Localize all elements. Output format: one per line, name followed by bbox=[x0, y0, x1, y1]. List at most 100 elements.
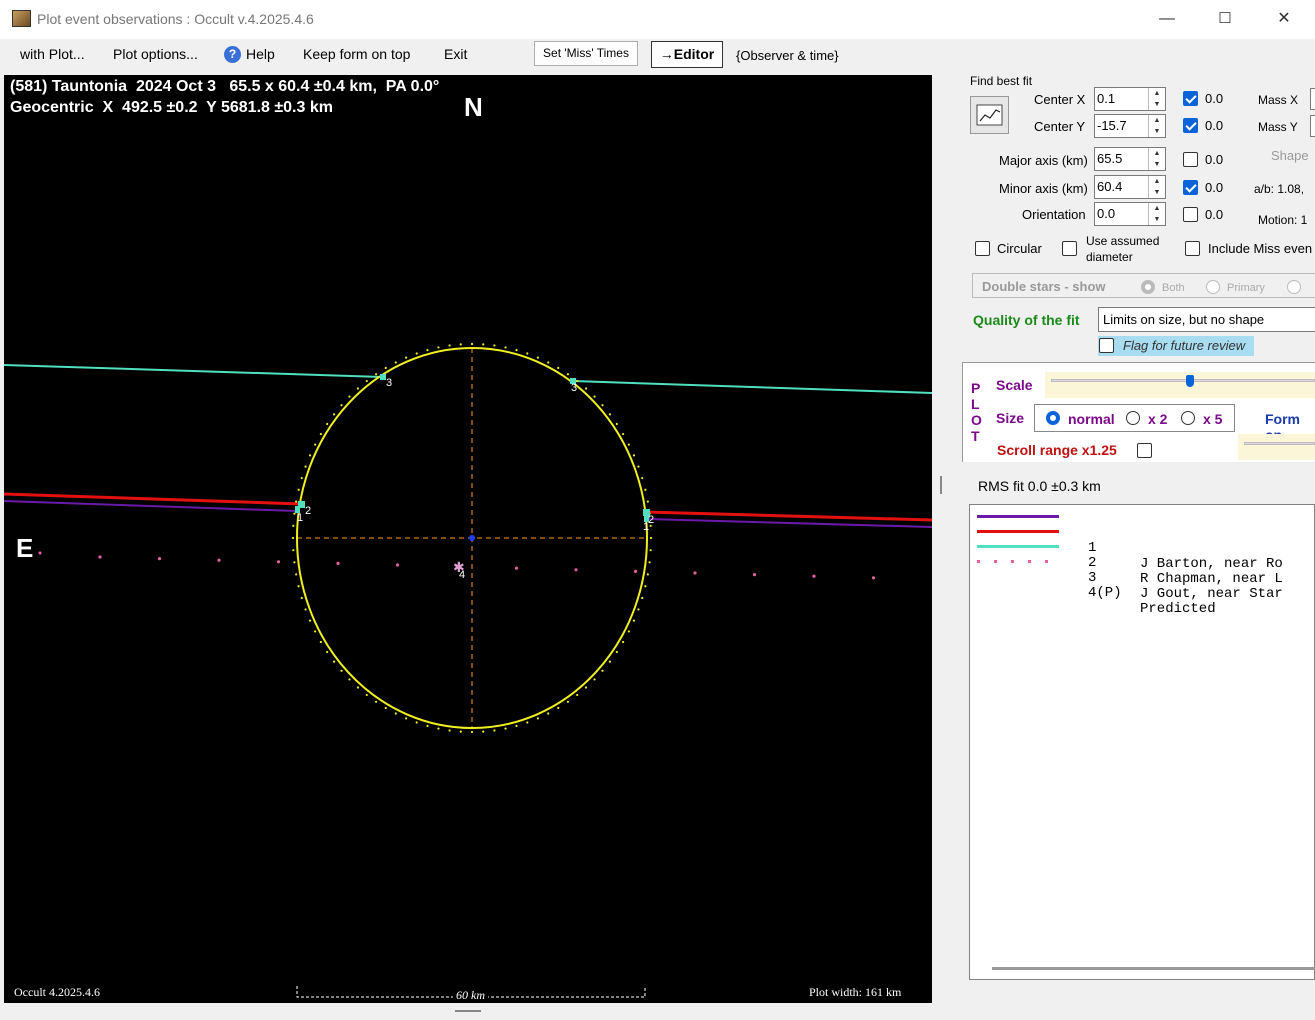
chord-label-4: 4 bbox=[459, 569, 466, 581]
scroll-slider[interactable] bbox=[1238, 434, 1315, 460]
center-y-input[interactable]: -15.7 ▲ ▼ bbox=[1094, 114, 1166, 138]
legend-scrollbar[interactable] bbox=[992, 967, 1315, 970]
minor-axis-input[interactable]: 60.4 ▲ ▼ bbox=[1094, 175, 1166, 199]
diameter-label: diameter bbox=[1086, 250, 1133, 264]
minimize-button[interactable]: — bbox=[1152, 8, 1182, 30]
scroll-range-checkbox[interactable] bbox=[1137, 443, 1152, 458]
use-assumed-checkbox[interactable] bbox=[1062, 241, 1077, 256]
quality-label: Quality of the fit bbox=[973, 312, 1080, 328]
find-best-fit-title: Find best fit bbox=[970, 74, 1033, 88]
ellipse-tick bbox=[632, 454, 636, 457]
include-miss-checkbox[interactable] bbox=[1185, 241, 1200, 256]
ellipse-tick bbox=[314, 443, 317, 446]
double-stars-label: Double stars - show bbox=[982, 279, 1106, 294]
center-y-checkbox[interactable] bbox=[1183, 118, 1198, 133]
set-miss-times-button[interactable]: Set 'Miss' Times bbox=[534, 41, 638, 66]
menu-exit[interactable]: Exit bbox=[444, 46, 467, 62]
ellipse-tick bbox=[637, 465, 640, 468]
scale-slider-thumb[interactable] bbox=[1186, 375, 1194, 387]
maximize-button[interactable]: ☐ bbox=[1210, 8, 1240, 30]
ellipse-tick bbox=[319, 432, 322, 436]
ellipse-tick bbox=[326, 650, 329, 654]
predicted-dot bbox=[871, 576, 876, 580]
legend-row-2[interactable]: 2 R Chapman, near L bbox=[970, 523, 1283, 587]
minor-axis-checkbox[interactable] bbox=[1183, 180, 1198, 195]
splitter-handle[interactable] bbox=[940, 476, 942, 494]
plot-header-line2: Geocentric X 492.5 ±0.2 Y 5681.8 ±0.3 km bbox=[10, 99, 333, 116]
ellipse-tick bbox=[515, 724, 518, 728]
center-x-input[interactable]: 0.1 ▲ ▼ bbox=[1094, 87, 1166, 111]
ellipse-tick bbox=[536, 717, 539, 720]
ellipse-tick bbox=[314, 630, 317, 633]
east-label: E bbox=[16, 533, 34, 563]
motion-label: Motion: 1 bbox=[1258, 213, 1308, 227]
ellipse-tick bbox=[384, 706, 387, 710]
scale-label: 60 km bbox=[453, 988, 488, 1003]
plot-canvas[interactable]: ✱ (581) Tauntonia 2024 Oct 3 65.5 x 60.4… bbox=[4, 75, 932, 1003]
editor-button[interactable]: →Editor bbox=[651, 41, 723, 68]
quality-select[interactable]: Limits on size, but no shape bbox=[1098, 307, 1315, 332]
chord-label-3: 3 bbox=[571, 382, 578, 394]
ellipse-tick bbox=[622, 432, 625, 436]
secondary-radio[interactable] bbox=[1287, 280, 1301, 294]
legend-row-3[interactable]: 3 J Gout, near Star bbox=[970, 538, 1283, 602]
mass-y-input[interactable] bbox=[1310, 115, 1315, 137]
menu-plot-options[interactable]: Plot options... bbox=[113, 46, 198, 62]
plot-vertical-label: P L O T bbox=[971, 380, 982, 444]
size-x2-radio[interactable] bbox=[1126, 411, 1140, 425]
ellipse-tick bbox=[557, 366, 560, 370]
ellipse-tick bbox=[365, 693, 368, 697]
include-miss-label: Include Miss even bbox=[1208, 241, 1313, 256]
primary-radio[interactable] bbox=[1206, 280, 1220, 294]
size-x5-radio[interactable] bbox=[1181, 411, 1195, 425]
ellipse-tick bbox=[547, 361, 550, 364]
fit-button[interactable] bbox=[970, 96, 1009, 134]
ellipse-tick bbox=[526, 721, 529, 724]
rms-fit-label: RMS fit 0.0 ±0.3 km bbox=[978, 478, 1101, 494]
orientation-unc: 0.0 bbox=[1205, 207, 1224, 222]
legend-line-3 bbox=[977, 545, 1059, 548]
legend-row-1[interactable]: 1 J Barton, near Ro bbox=[970, 508, 1283, 572]
orientation-input[interactable]: 0.0 ▲ ▼ bbox=[1094, 202, 1166, 226]
predicted-dot bbox=[276, 560, 281, 564]
major-axis-checkbox[interactable] bbox=[1183, 152, 1198, 167]
ellipse-tick bbox=[448, 344, 451, 347]
plot-header-line1: (581) Tauntonia 2024 Oct 3 65.5 x 60.4 ±… bbox=[10, 78, 440, 95]
ellipse-tick bbox=[649, 536, 653, 540]
close-button[interactable]: ✕ bbox=[1269, 8, 1299, 30]
help-icon[interactable]: ? bbox=[224, 46, 241, 63]
ellipse-tick bbox=[340, 404, 343, 407]
center-x-checkbox[interactable] bbox=[1183, 91, 1198, 106]
circular-checkbox[interactable] bbox=[975, 241, 990, 256]
ellipse-tick bbox=[437, 346, 440, 349]
ellipse-tick bbox=[641, 596, 644, 600]
size-x5-label: x 5 bbox=[1203, 411, 1223, 427]
chart-icon bbox=[976, 104, 1003, 126]
chord-2-right bbox=[644, 510, 932, 522]
ellipse-tick bbox=[415, 721, 418, 724]
menu-with-plot[interactable]: with Plot... bbox=[20, 46, 85, 62]
bottom-splitter[interactable] bbox=[455, 1010, 481, 1012]
ellipse-tick bbox=[348, 395, 351, 398]
ellipse-tick bbox=[292, 524, 295, 527]
major-axis-label: Major axis (km) bbox=[999, 153, 1088, 168]
menu-help[interactable]: Help bbox=[246, 46, 275, 62]
ellipse-tick bbox=[627, 630, 630, 633]
scale-label: Scale bbox=[996, 377, 1033, 393]
orientation-checkbox[interactable] bbox=[1183, 207, 1198, 222]
size-normal-radio[interactable] bbox=[1046, 411, 1060, 425]
scale-slider[interactable] bbox=[1045, 372, 1315, 398]
both-radio[interactable] bbox=[1141, 280, 1155, 294]
size-x2-label: x 2 bbox=[1148, 411, 1168, 427]
ellipse-tick bbox=[584, 387, 588, 390]
ellipse-tick bbox=[637, 608, 640, 611]
ellipse-tick bbox=[566, 700, 570, 703]
flag-review-checkbox[interactable] bbox=[1099, 338, 1114, 353]
ellipse-tick bbox=[297, 488, 300, 491]
mass-x-input[interactable] bbox=[1310, 88, 1315, 110]
menu-keep-on-top[interactable]: Keep form on top bbox=[303, 46, 410, 62]
ellipse-tick bbox=[493, 729, 496, 732]
major-axis-input[interactable]: 65.5 ▲ ▼ bbox=[1094, 147, 1166, 171]
chord-label-2: 2 bbox=[305, 505, 312, 517]
legend-row-4[interactable]: 4(P) Predicted bbox=[970, 553, 1216, 617]
